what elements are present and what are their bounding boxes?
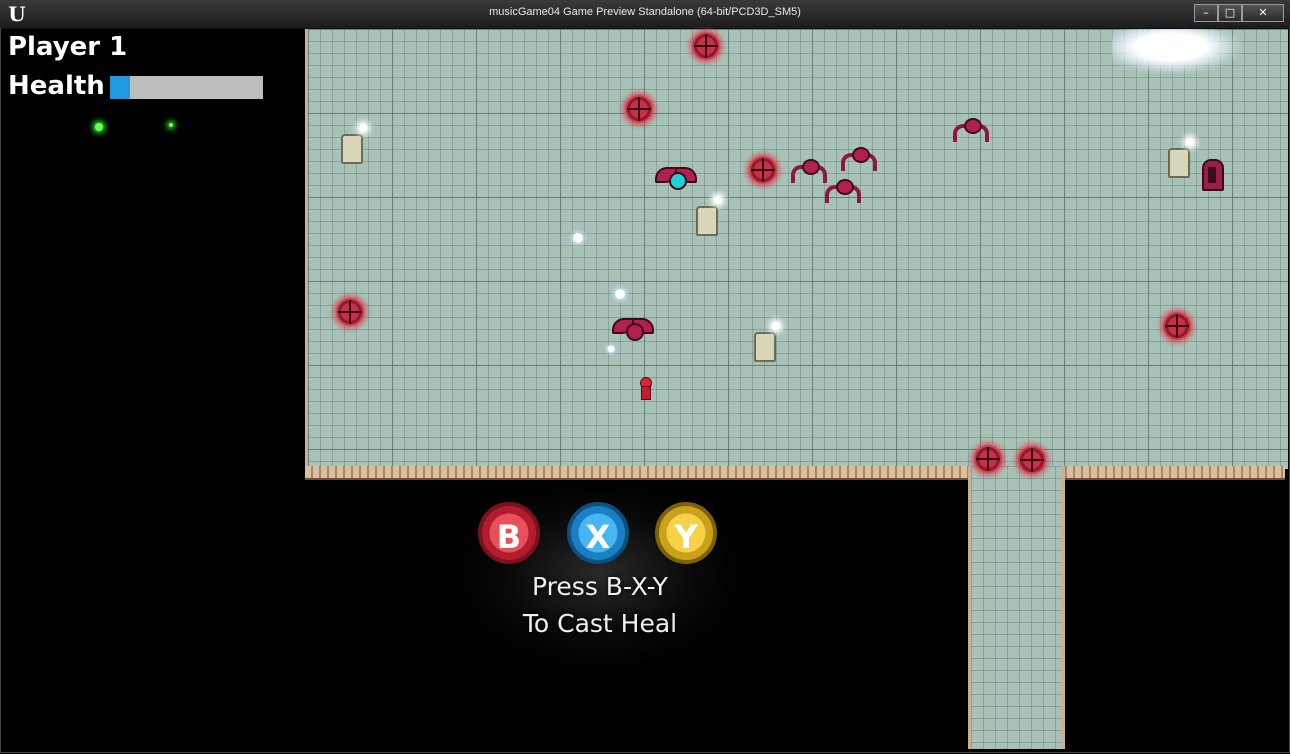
dungeon-wall: [1059, 466, 1285, 480]
y-button-icon: Y: [655, 502, 717, 564]
minimize-icon: –: [1203, 6, 1209, 19]
spider-enemy: [951, 114, 991, 142]
red-target-marker: [692, 32, 720, 60]
red-target-marker: [1018, 446, 1046, 474]
red-target-marker: [336, 298, 364, 326]
close-button[interactable]: ✕: [1242, 4, 1284, 22]
skeleton-enemy: [337, 124, 367, 164]
minimap-dot: [169, 123, 173, 127]
health-bar-fill: [110, 76, 130, 99]
light-burst-effect: [1112, 29, 1242, 74]
prompt-text-line2: To Cast Heal: [522, 609, 678, 638]
maximize-icon: □: [1224, 6, 1236, 19]
prompt-text-line1: Press B-X-Y: [532, 572, 668, 601]
magic-sparkle-effect: [568, 228, 588, 248]
window-title: musicGame04 Game Preview Standalone (64-…: [489, 6, 801, 18]
title-bar[interactable]: U musicGame04 Game Preview Standalone (6…: [0, 0, 1290, 29]
close-icon: ✕: [1258, 6, 1268, 19]
b-button-icon: B: [478, 502, 540, 564]
dungeon-wall: [305, 466, 968, 480]
game-window: U musicGame04 Game Preview Standalone (6…: [0, 0, 1290, 754]
magic-sparkle-effect: [604, 342, 618, 356]
health-label: Health: [8, 71, 105, 101]
skeleton-enemy: [692, 196, 722, 236]
magic-sparkle-effect: [610, 284, 630, 304]
red-target-marker: [1163, 312, 1191, 340]
minimap-dot: [95, 123, 103, 131]
spider-enemy: [839, 143, 879, 171]
health-bar: [110, 76, 263, 99]
skeleton-enemy: [1164, 138, 1194, 178]
maximize-button[interactable]: □: [1218, 4, 1242, 22]
red-target-marker: [625, 95, 653, 123]
dungeon-corridor: [968, 466, 1065, 749]
x-button-icon: X: [567, 502, 629, 564]
player-label: Player 1: [8, 32, 128, 62]
skeleton-enemy: [750, 322, 780, 362]
bat-enemy: [612, 316, 654, 341]
minimize-button[interactable]: –: [1194, 4, 1218, 22]
spider-enemy: [823, 175, 863, 203]
red-target-marker: [974, 445, 1002, 473]
bat-enemy: [655, 165, 697, 190]
red-target-marker: [749, 156, 777, 184]
dungeon-floor: [305, 29, 1288, 469]
player-character: [638, 377, 652, 401]
hooded-enemy: [1202, 159, 1224, 191]
